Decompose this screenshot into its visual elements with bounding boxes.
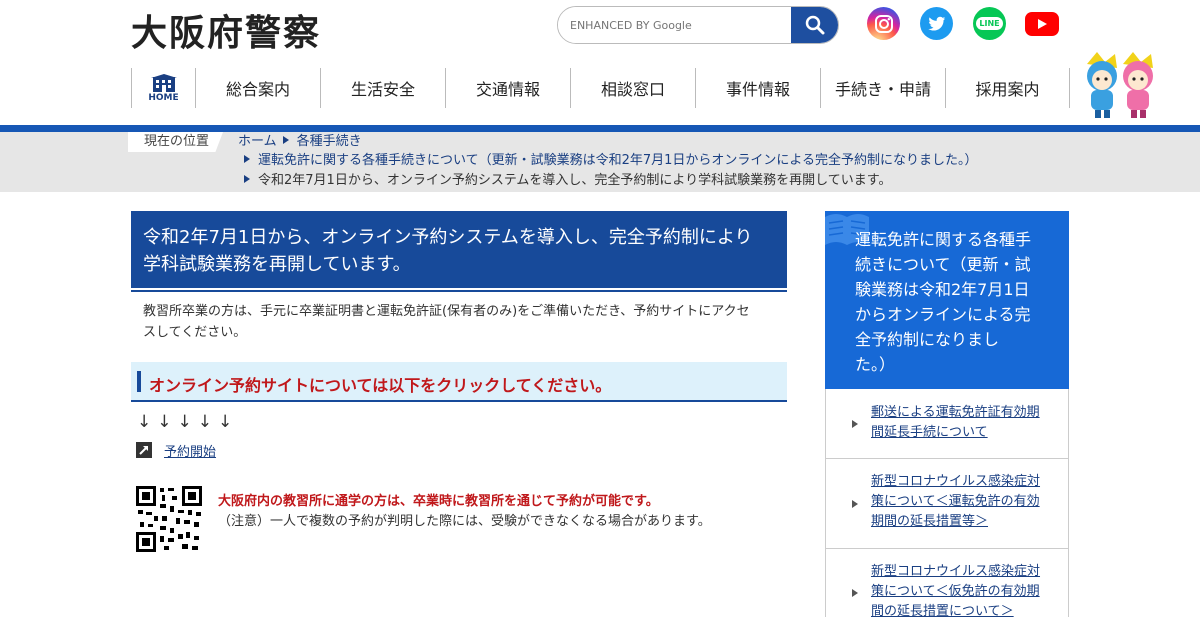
intro-line-1: 教習所卒業の方は、手元に卒業証明書と運転免許証(保有者のみ)をご準備いただき、予…	[143, 304, 750, 319]
breadcrumb-license-link[interactable]: 運転免許に関する各種手続きについて（更新・試験業務は令和2年7月1日からオンライ…	[258, 153, 978, 168]
sidebar-item-line: 策について＜運転免許の有効	[871, 494, 1040, 509]
sidebar-item-line: 間の延長措置について＞	[871, 604, 1014, 619]
sidebar-item-line: 策について＜仮免許の有効期	[871, 584, 1040, 599]
title-underline	[131, 290, 787, 292]
section-heading-text: オンライン予約サイトについては以下をクリックしてください。	[149, 376, 612, 395]
sidebar-list: 郵送による運転免許証有効期 間延長手続について 新型コロナウイルス感染症対 策に…	[825, 389, 1069, 619]
nav-item-incidents[interactable]: 事件情報	[695, 68, 820, 108]
sidebar-item-line: 期間の延長措置等＞	[871, 514, 989, 529]
sidebar-item-line: 新型コロナウイルス感染症対	[871, 474, 1041, 489]
sidebar-item-line: 新型コロナウイルス感染症対	[871, 564, 1041, 579]
nav-item-traffic[interactable]: 交通情報	[445, 68, 570, 108]
breadcrumb-current: 令和2年7月1日から、オンライン予約システムを導入し、完全予約制により学科試験業…	[258, 173, 892, 188]
chevron-right-icon	[244, 155, 250, 163]
mascot-image	[1087, 52, 1153, 118]
sidebar-heading-line: からオンラインによる完	[855, 305, 1031, 324]
sidebar-item[interactable]: 郵送による運転免許証有効期 間延長手続について	[826, 389, 1068, 459]
sidebar-heading-line: 続きについて（更新・試	[855, 255, 1031, 274]
nav-home-label: HOME	[148, 92, 179, 103]
search-input[interactable]	[558, 7, 791, 43]
sidebar-heading-line: た。）	[855, 355, 896, 374]
sidebar-heading-line: 運転免許に関する各種手	[855, 230, 1032, 249]
instagram-icon[interactable]	[867, 7, 900, 40]
global-nav: HOME 総合案内 生活安全 交通情報 相談窓口 事件情報 手続き・申請 採用案…	[131, 68, 1070, 108]
site-header: 大阪府警察 LINE HOME 総合案	[0, 0, 1200, 125]
line-label: LINE	[976, 17, 1003, 30]
breadcrumb-procedures-link[interactable]: 各種手続き	[297, 134, 362, 149]
line-icon[interactable]: LINE	[973, 7, 1006, 40]
search-icon	[805, 15, 824, 35]
sidebar-item-line: 間延長手続について	[871, 425, 988, 440]
heading-accent-bar	[137, 371, 141, 392]
down-arrows: ↓↓↓↓↓	[137, 412, 239, 432]
search-box	[557, 6, 839, 44]
page-title-line-1: 令和2年7月1日から、オンライン予約システムを導入し、完全予約制により	[143, 227, 753, 248]
breadcrumb-row-3: 令和2年7月1日から、オンライン予約システムを導入し、完全予約制により学科試験業…	[238, 172, 891, 190]
nav-home[interactable]: HOME	[131, 68, 195, 108]
youtube-icon[interactable]	[1025, 12, 1059, 36]
sidebar-item-link[interactable]: 新型コロナウイルス感染症対 策について＜運転免許の有効 期間の延長措置等＞	[871, 472, 1051, 532]
home-icon	[150, 73, 177, 92]
external-link-icon	[136, 442, 152, 458]
nav-item-safety[interactable]: 生活安全	[320, 68, 445, 108]
intro-line-2: スしてください。	[143, 325, 247, 340]
intro-text: 教習所卒業の方は、手元に卒業証明書と運転免許証(保有者のみ)をご準備いただき、予…	[143, 301, 783, 343]
page-title: 令和2年7月1日から、オンライン予約システムを導入し、完全予約制により 学科試験…	[131, 211, 787, 288]
chevron-right-icon	[282, 136, 289, 144]
sidebar-item[interactable]: 新型コロナウイルス感染症対 策について＜運転免許の有効 期間の延長措置等＞	[826, 459, 1068, 549]
chevron-right-icon	[244, 175, 250, 183]
breadcrumb-row-2: 運転免許に関する各種手続きについて（更新・試験業務は令和2年7月1日からオンライ…	[238, 152, 978, 170]
breadcrumb: 現在の位置 ホーム 各種手続き 運転免許に関する各種手続きについて（更新・試験業務…	[0, 132, 1200, 192]
nav-item-procedures[interactable]: 手続き・申請	[820, 68, 945, 108]
twitter-icon[interactable]	[920, 7, 953, 40]
qr-code[interactable]	[136, 486, 202, 552]
chevron-right-icon	[852, 589, 858, 597]
reservation-start-link[interactable]: 予約開始	[164, 441, 216, 460]
notice-school-text: 大阪府内の教習所に通学の方は、卒業時に教習所を通じて予約が可能です。	[218, 494, 659, 509]
header-divider	[0, 125, 1200, 132]
sidebar-item[interactable]: 新型コロナウイルス感染症対 策について＜仮免許の有効期 間の延長措置について＞	[826, 549, 1068, 619]
sidebar-heading-text: 運転免許に関する各種手 続きについて（更新・試 験業務は令和2年7月1日 からオ…	[855, 227, 1055, 377]
sidebar-item-link[interactable]: 新型コロナウイルス感染症対 策について＜仮免許の有効期 間の延長措置について＞	[871, 562, 1051, 622]
notice-caution-text: （注意）一人で複数の予約が判明した際には、受験ができなくなる場合があります。	[218, 514, 711, 529]
sidebar-heading-line: 験業務は令和2年7月1日	[855, 280, 1030, 299]
breadcrumb-home-link[interactable]: ホーム	[238, 134, 277, 149]
nav-item-general[interactable]: 総合案内	[195, 68, 320, 108]
sidebar-heading: 運転免許に関する各種手 続きについて（更新・試 験業務は令和2年7月1日 からオ…	[825, 211, 1069, 389]
section-heading: オンライン予約サイトについては以下をクリックしてください。	[131, 362, 787, 402]
nav-item-consultation[interactable]: 相談窓口	[570, 68, 695, 108]
site-logo[interactable]: 大阪府警察	[131, 4, 321, 56]
chevron-right-icon	[852, 500, 858, 508]
sidebar-item-line: 郵送による運転免許証有効期	[871, 405, 1040, 420]
page-title-line-2: 学科試験業務を再開しています。	[143, 254, 411, 275]
breadcrumb-row-1: ホーム 各種手続き	[238, 133, 362, 151]
breadcrumb-label: 現在の位置	[128, 132, 224, 152]
sidebar-heading-line: 全予約制になりまし	[855, 330, 1000, 349]
chevron-right-icon	[852, 420, 858, 428]
search-button[interactable]	[791, 7, 838, 43]
sidebar-item-link[interactable]: 郵送による運転免許証有効期 間延長手続について	[871, 403, 1051, 443]
nav-item-recruitment[interactable]: 採用案内	[945, 68, 1070, 108]
